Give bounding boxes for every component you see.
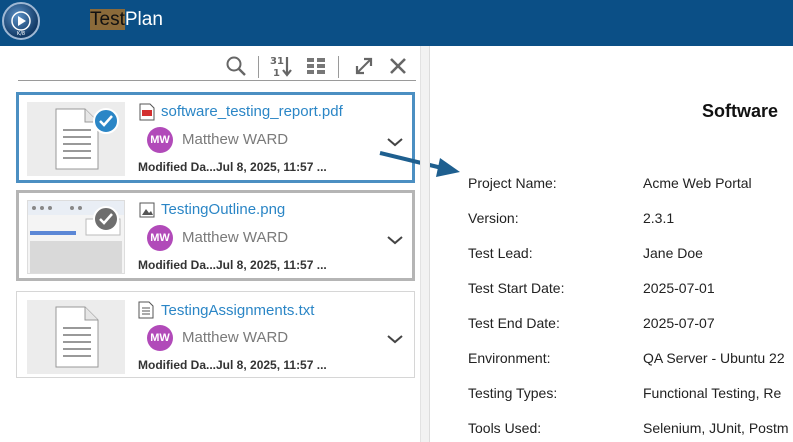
file-card[interactable]: TestingOutline.png MW Matthew WARD Modif… [16,190,415,281]
app-header: K/8 TestPlan [0,0,793,46]
svg-text:1: 1 [273,68,280,78]
app-title: TestPlan [90,9,163,31]
file-thumbnail [27,300,125,374]
sort-icon[interactable]: 311 [269,54,293,79]
chevron-down-icon[interactable] [385,233,405,247]
field-value: 2025-07-07 [643,315,715,331]
expand-icon[interactable] [352,54,376,78]
field-value: Jane Doe [643,245,703,261]
pdf-icon [139,103,155,121]
app-title-suffix: Plan [124,9,163,30]
svg-text:1: 1 [277,56,284,67]
file-card[interactable]: TestingAssignments.txt MW Matthew WARD M… [16,291,415,378]
file-list-toolbar: 311 [18,52,416,81]
modified-value: Jul 8, 2025, 11:57 ... [216,258,327,272]
modified-label: Modified Da... [138,160,216,174]
file-name-link[interactable]: TestingAssignments.txt [161,302,314,319]
field-row: Test Start Date: 2025-07-01 [468,280,793,300]
search-icon[interactable] [224,54,248,78]
file-name-link[interactable]: TestingOutline.png [161,201,285,218]
view-toggle-icon[interactable] [304,54,328,78]
owner-name: Matthew WARD [182,329,289,346]
field-label: Environment: [468,350,551,366]
modified-label: Modified Da... [138,258,216,272]
image-icon [139,202,155,220]
file-card[interactable]: software_testing_report.pdf MW Matthew W… [16,92,415,183]
modified-date: Modified Da...Jul 8, 2025, 11:57 ... [138,258,327,272]
app-logo-icon[interactable]: K/8 [2,2,40,40]
field-row: Test Lead: Jane Doe [468,245,793,265]
field-value: Acme Web Portal [643,175,752,191]
field-row: Tools Used: Selenium, JUnit, Postm [468,420,793,440]
modified-date: Modified Da...Jul 8, 2025, 11:57 ... [138,358,327,372]
document-icon [55,306,99,368]
field-label: Project Name: [468,175,557,191]
close-icon[interactable] [386,54,410,78]
field-row: Testing Types: Functional Testing, Re [468,385,793,405]
field-row: Version: 2.3.1 [468,210,793,230]
avatar: MW [147,225,173,251]
field-label: Version: [468,210,519,226]
avatar: MW [147,325,173,351]
field-value: 2.3.1 [643,210,675,226]
toolbar-separator [338,56,339,78]
field-label: Test Start Date: [468,280,565,296]
owner-name: Matthew WARD [182,131,289,148]
field-value: 2025-07-01 [643,280,715,296]
field-label: Testing Types: [468,385,558,401]
chevron-down-icon[interactable] [385,332,405,346]
field-label: Test End Date: [468,315,560,331]
text-file-icon [138,301,154,319]
modified-date: Modified Da...Jul 8, 2025, 11:57 ... [138,160,327,174]
field-row: Environment: QA Server - Ubuntu 22 [468,350,793,370]
document-title: Software [702,101,779,121]
file-name-link[interactable]: software_testing_report.pdf [161,103,343,120]
field-label: Test Lead: [468,245,533,261]
app-title-prefix: Test [90,9,125,30]
field-value: Functional Testing, Re [643,385,782,401]
selected-check-icon[interactable] [93,108,119,134]
selected-check-icon[interactable] [93,206,119,232]
field-label: Tools Used: [468,420,542,436]
modified-label: Modified Da... [138,358,216,372]
modified-value: Jul 8, 2025, 11:57 ... [216,160,327,174]
field-row: Test End Date: 2025-07-07 [468,315,793,335]
svg-text:K/8: K/8 [17,31,25,37]
avatar: MW [147,127,173,153]
modified-value: Jul 8, 2025, 11:57 ... [216,358,327,372]
pane-divider[interactable] [420,46,430,442]
svg-text:3: 3 [270,56,277,67]
toolbar-separator [258,56,259,78]
field-row: Project Name: Acme Web Portal [468,175,793,195]
field-value: Selenium, JUnit, Postm [643,420,789,436]
field-value: QA Server - Ubuntu 22 [643,350,785,366]
owner-name: Matthew WARD [182,229,289,246]
